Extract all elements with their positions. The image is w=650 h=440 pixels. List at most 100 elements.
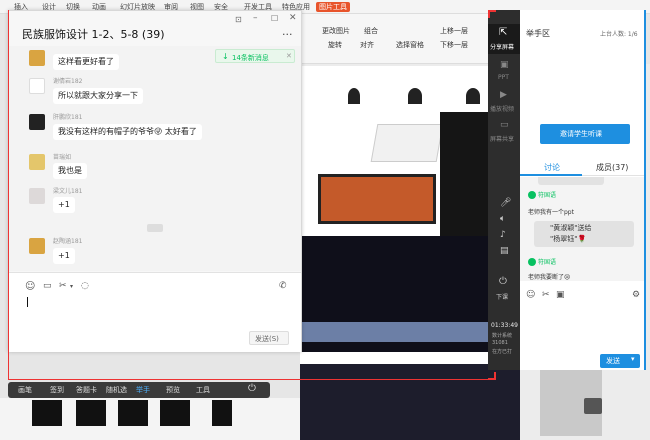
group-button[interactable]: 组合 — [364, 26, 378, 36]
send-label: 发送 — [606, 357, 620, 365]
teaching-toolbar: 画笔 签到 答题卡 随机选 举手 预览 工具 ⏻ — [8, 382, 270, 398]
raise-hand-tool[interactable]: 举手 — [136, 385, 150, 395]
bring-forward-button[interactable]: 上移一层 — [440, 26, 468, 36]
scissors-icon[interactable]: ✂ — [59, 281, 67, 291]
send-button[interactable]: 发送(S) — [249, 331, 289, 345]
blue-trim-image — [302, 322, 516, 342]
chat-text: 老师我有一个ppt — [528, 209, 574, 216]
message-list[interactable]: ↓ 14条新消息 ✕ 这样看更好看了 谢倩岩182 所以就跟大家分享一下 肝鹏欣… — [9, 46, 301, 271]
call-icon[interactable]: ✆ — [279, 281, 287, 291]
preview-tool[interactable]: 预览 — [166, 385, 180, 395]
tab-members[interactable]: 成员(37) — [582, 160, 644, 176]
end-class-label[interactable]: 下课 — [496, 292, 508, 301]
microphone-icon[interactable]: 🎤︎ — [500, 198, 511, 208]
sender-name: 赵陶涵181 — [53, 238, 83, 245]
gallery-icon[interactable]: ▤ — [500, 246, 509, 256]
message-bubble: +1 — [53, 248, 75, 264]
new-messages-badge[interactable]: ↓ 14条新消息 ✕ — [215, 49, 295, 63]
image-tool-icon[interactable] — [584, 398, 602, 414]
align-button[interactable]: 对齐 — [360, 40, 374, 50]
close-icon[interactable]: ✕ — [289, 13, 297, 23]
more-options-icon[interactable]: ··· — [282, 28, 293, 41]
play-video-button[interactable]: ▶ 播放视频 — [488, 88, 520, 114]
sender-name: 梁文儿181 — [53, 188, 83, 195]
random-pick-tool[interactable]: 随机选 — [106, 385, 127, 395]
share-screen-label: 分享屏幕 — [490, 44, 515, 51]
ppt-icon: ▣ — [500, 60, 509, 70]
chat-history-icon[interactable]: ◌ — [81, 281, 89, 291]
send-button-label: 发送(S) — [255, 335, 279, 343]
ppt-tab-active[interactable]: 图片工具 — [316, 2, 350, 12]
close-badge-icon[interactable]: ✕ — [286, 52, 292, 60]
emoji-icon[interactable]: ☺ — [526, 290, 535, 300]
thumbnail-shape[interactable] — [76, 400, 106, 426]
selection-pane-button[interactable]: 选择窗格 — [396, 40, 424, 50]
gear-icon[interactable]: ⚙ — [632, 290, 640, 300]
text-cursor[interactable] — [27, 297, 28, 307]
thumbnail-shape[interactable] — [160, 400, 190, 426]
minimize-icon[interactable]: – — [253, 13, 258, 23]
change-picture-button[interactable]: 更改图片 — [322, 26, 350, 36]
message-bubble: +1 — [53, 197, 75, 213]
embroidered-collar-image — [370, 124, 444, 162]
sender-name: 肝鹏欣181 — [53, 114, 83, 121]
avatar[interactable] — [29, 114, 45, 130]
power-icon[interactable]: ⏻ — [248, 383, 256, 394]
avatar[interactable] — [29, 238, 45, 254]
image-icon[interactable]: ▣ — [556, 290, 565, 300]
gift-text: "黄淑颖"送给 "杨翠钰"🌹 — [550, 224, 592, 243]
tab-members-label: 成员(37) — [596, 163, 629, 172]
slide-thumbnails — [0, 398, 300, 440]
time-divider — [147, 224, 163, 232]
new-messages-count: 14条新消息 — [232, 54, 269, 62]
pin-icon[interactable]: ⊡ — [235, 15, 242, 24]
avatar[interactable] — [29, 154, 45, 170]
end-class-icon[interactable]: ⏻ — [499, 276, 507, 287]
tab-discussion[interactable]: 讨论 — [520, 160, 582, 176]
chevron-down-icon[interactable]: ▾ — [70, 283, 73, 290]
folder-icon[interactable]: ▭ — [43, 281, 52, 291]
sender-name: 谢倩岩182 — [53, 78, 83, 85]
avatar[interactable] — [29, 50, 45, 66]
raise-hand-title: 举手区 — [526, 29, 550, 38]
slide-canvas[interactable] — [300, 66, 602, 440]
selection-handle[interactable] — [488, 10, 496, 18]
send-backward-button[interactable]: 下移一层 — [440, 40, 468, 50]
pen-tool[interactable]: 画笔 — [18, 385, 32, 395]
answer-card-tool[interactable]: 答题卡 — [76, 385, 97, 395]
invite-label: 邀请学生听课 — [560, 130, 602, 138]
chat-user: 符国语 — [538, 259, 557, 266]
status-line: 在方已打 — [492, 349, 513, 355]
message-bubble: 我也是 — [53, 163, 87, 179]
embroidered-vest-image — [300, 364, 520, 440]
play-video-label: 播放视频 — [490, 106, 515, 113]
sign-in-tool[interactable]: 签到 — [50, 385, 64, 395]
maximize-icon[interactable]: ☐ — [271, 14, 278, 23]
hat-image — [466, 88, 480, 104]
speaker-icon[interactable]: 🔈︎ — [500, 214, 505, 224]
share-screen-button[interactable]: ⇱ 分享屏幕 — [488, 24, 520, 54]
chevron-down-icon[interactable]: ▾ — [631, 355, 635, 363]
hat-image — [408, 88, 422, 104]
thumbnail-shape[interactable] — [118, 400, 148, 426]
emoji-icon[interactable]: ☺ — [25, 281, 35, 292]
message-composer: ☺ ▭ ✂ ▾ ◌ ✆ 发送(S) — [9, 272, 301, 352]
scissors-icon[interactable]: ✂ — [542, 290, 550, 300]
message-bubble: 所以就跟大家分享一下 — [53, 88, 143, 104]
avatar[interactable] — [29, 188, 45, 204]
invite-students-button[interactable]: 邀请学生听课 — [540, 124, 630, 144]
send-button[interactable]: 发送 ▾ — [600, 354, 640, 368]
screen-share-button[interactable]: ▭ 屏幕共享 — [488, 118, 520, 144]
selection-handle[interactable] — [488, 372, 496, 380]
thumbnail-shape[interactable] — [32, 400, 62, 426]
ppt-button[interactable]: ▣ PPT — [488, 58, 520, 84]
tab-discussion-label: 讨论 — [544, 163, 560, 172]
message-bubble: 我没有这样的有帽子的爷爷😜 太好看了 — [53, 124, 202, 140]
tools-tool[interactable]: 工具 — [196, 385, 210, 395]
thumbnail-shape[interactable] — [212, 400, 232, 426]
rotate-button[interactable]: 旋转 — [328, 40, 342, 50]
music-icon[interactable]: ♪ — [500, 230, 506, 240]
wechat-icon — [528, 191, 536, 199]
discussion-list[interactable]: 符国语 老师我有一个ppt "黄淑颖"送给 "杨翠钰"🌹 符国语 老师我要断了😢 — [520, 177, 644, 281]
avatar[interactable] — [29, 78, 45, 94]
